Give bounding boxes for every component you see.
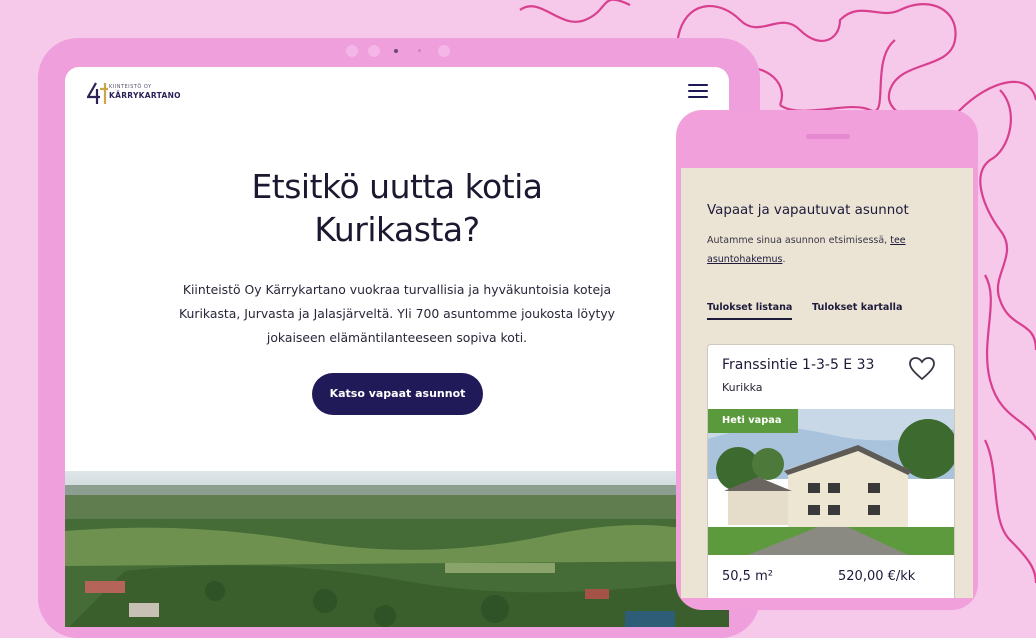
camera-dot [346, 45, 358, 57]
status-badge: Heti vapaa [708, 409, 798, 433]
hero-description: Kiinteistö Oy Kärrykartano vuokraa turva… [147, 278, 647, 350]
aerial-landscape-photo [65, 471, 729, 627]
camera-lens [394, 49, 398, 53]
intro-text-end: . [782, 254, 786, 265]
hero-text-line: Kurikasta, Jurvasta ja Jalasjärveltä. Yl… [179, 306, 615, 321]
tablet-device-frame: KIINTEISTÖ OY KÄRRYKARTANO Etsitkö uutta… [38, 38, 760, 638]
phone-speaker [806, 134, 850, 139]
hero-text-line: jokaiseen elämäntilanteeseen sopiva koti… [266, 330, 528, 345]
camera-dot [438, 45, 450, 57]
tablet-camera-bar [343, 44, 463, 58]
tablet-screen: KIINTEISTÖ OY KÄRRYKARTANO Etsitkö uutta… [65, 67, 729, 627]
phone-device-frame: Vapaat ja vapautuvat asunnot Autamme sin… [676, 110, 978, 610]
available-apartments-title: Vapaat ja vapautuvat asunnot [707, 203, 909, 218]
hero-title: Etsitkö uutta kotia Kurikasta? [65, 165, 729, 251]
hamburger-menu-icon[interactable] [688, 84, 708, 100]
listing-city: Kurikka [722, 381, 763, 394]
tab-results-list[interactable]: Tulokset listana [707, 302, 793, 320]
apartment-application-link[interactable]: asuntohakemus [707, 254, 782, 265]
listing-price: 520,00 €/kk [838, 569, 916, 584]
intro-text: Autamme sinua asunnon etsimisessä, tee a… [707, 231, 947, 269]
listing-size: 50,5 m² [722, 569, 773, 584]
company-logo[interactable]: KIINTEISTÖ OY KÄRRYKARTANO [87, 81, 197, 107]
listing-address: Franssintie 1-3-5 E 33 [722, 357, 875, 373]
logo-small-text: KIINTEISTÖ OY [109, 84, 152, 90]
hero-title-line: Kurikasta? [314, 210, 480, 249]
camera-dot [368, 45, 380, 57]
hero-text-line: Kiinteistö Oy Kärrykartano vuokraa turva… [182, 282, 612, 297]
listing-card[interactable]: Franssintie 1-3-5 E 33 Kurikka Heti vapa… [707, 344, 955, 598]
intro-text-span: Autamme sinua asunnon etsimisessä, [707, 235, 888, 246]
apartment-application-link[interactable]: tee [890, 235, 905, 246]
heart-outline-icon[interactable] [908, 356, 936, 382]
view-available-apartments-button[interactable]: Katso vapaat asunnot [312, 373, 483, 415]
tab-results-map[interactable]: Tulokset kartalla [812, 302, 902, 313]
logo-mark-icon [87, 82, 108, 104]
logo-name-text: KÄRRYKARTANO [109, 91, 181, 100]
phone-screen: Vapaat ja vapautuvat asunnot Autamme sin… [681, 168, 973, 598]
sensor-dot [418, 49, 421, 52]
hero-title-line: Etsitkö uutta kotia [251, 167, 543, 206]
